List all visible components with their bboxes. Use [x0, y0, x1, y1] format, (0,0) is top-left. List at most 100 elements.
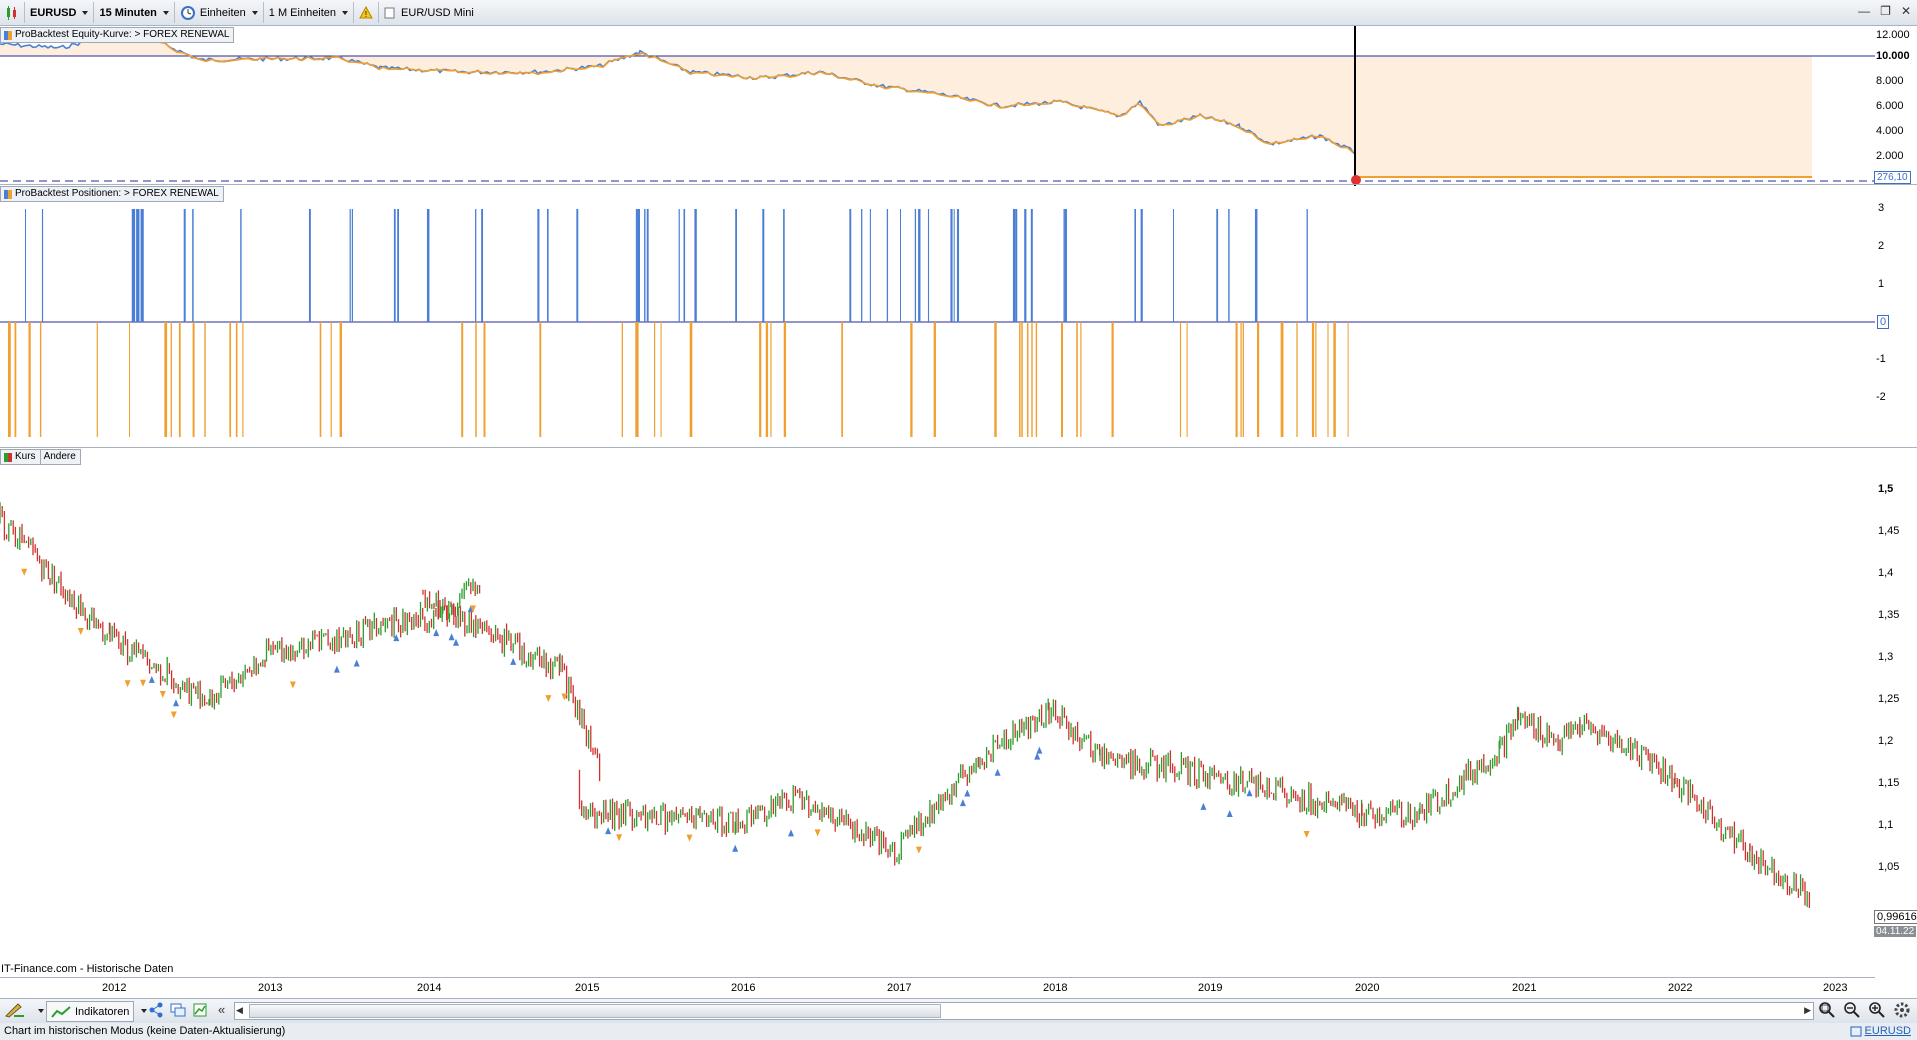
year-label: 2012 [102, 982, 127, 994]
equity-axis-6000: 6.000 [1876, 100, 1904, 112]
positions-axis-minus2: -2 [1876, 391, 1886, 403]
long-arrow-icon [1200, 802, 1207, 810]
equity-axis-4000: 4.000 [1876, 125, 1904, 137]
candles-icon[interactable] [0, 2, 25, 23]
chevron-down-icon [162, 10, 169, 15]
price-chart [0, 502, 1811, 908]
units-count-selector[interactable]: 1 M Einheiten [264, 2, 355, 23]
positions-axis-3: 3 [1878, 202, 1885, 214]
restore-icon[interactable]: ❐ [1880, 4, 1891, 18]
price-current-date: 04.11.22 [1874, 926, 1917, 937]
tab-kurs-label: Kurs [15, 451, 36, 462]
long-arrow-icon [964, 789, 971, 797]
equity-axis-10000: 10.000 [1876, 50, 1910, 62]
chevron-down-icon[interactable] [141, 1009, 147, 1013]
price-axis-1-4: 1,4 [1878, 567, 1894, 579]
tab-kurs[interactable]: Kurs [0, 449, 41, 465]
positions-axis-0: 0 [1877, 315, 1890, 329]
long-arrow-icon [148, 675, 155, 683]
status-bar: Chart im historischen Modus (keine Daten… [0, 1023, 1917, 1040]
short-arrow-icon [545, 695, 552, 703]
export-chart-icon[interactable] [192, 1002, 208, 1021]
equity-axis-2000: 2.000 [1876, 150, 1904, 162]
document-icon [384, 7, 395, 18]
short-arrow-icon [170, 711, 177, 719]
long-arrow-icon [353, 659, 360, 667]
long-arrow-icon [959, 799, 966, 807]
positions-axis-2: 2 [1878, 240, 1885, 252]
timeframe-label: 15 Minuten [99, 6, 157, 19]
long-arrow-icon [605, 827, 612, 835]
year-label: 2020 [1355, 982, 1380, 994]
units-mode-label: Einheiten [199, 6, 246, 19]
short-arrow-icon [616, 834, 623, 842]
price-axis-1-1: 1,1 [1878, 819, 1894, 831]
history-scrollbar[interactable]: ◀ ▶ [234, 1002, 1814, 1020]
indicators-label: Indikatoren [75, 1005, 130, 1018]
settings-icon[interactable] [1893, 1001, 1911, 1022]
price-current-value: 0,99616 [1874, 910, 1917, 924]
positions-label-text: ProBacktest Positionen: > FOREX RENEWAL [15, 188, 219, 199]
short-arrow-icon [159, 690, 166, 698]
pencil-icon[interactable] [4, 1002, 26, 1021]
short-arrow-icon [814, 829, 821, 837]
units-mode-selector[interactable]: Einheiten [175, 2, 264, 23]
year-label: 2018 [1043, 982, 1068, 994]
scroll-left-icon[interactable]: ◀ [236, 1005, 243, 1016]
positions-axis-1: 1 [1878, 278, 1885, 290]
chevron-down-icon [82, 10, 89, 15]
warning-icon[interactable]: ! [354, 2, 380, 23]
x-axis-line [0, 977, 1875, 978]
year-label: 2015 [575, 982, 600, 994]
symbol-link-text: EURUSD [1864, 1025, 1911, 1037]
long-arrow-icon [732, 844, 739, 852]
long-arrow-icon [994, 768, 1001, 776]
equity-axis-12000: 12.000 [1876, 29, 1910, 41]
data-source-note: IT-Finance.com - Historische Daten [1, 963, 174, 975]
symbol-link[interactable]: EURUSD [1850, 1023, 1911, 1040]
bottom-toolbar: Indikatoren « ◀ ▶ [0, 998, 1917, 1024]
zoom-fit-icon[interactable] [1818, 1001, 1836, 1022]
long-arrow-icon [1226, 810, 1233, 818]
chevron-down-icon [342, 10, 349, 15]
short-arrow-icon [140, 679, 146, 687]
share-icon[interactable] [148, 1002, 164, 1021]
year-label: 2013 [258, 982, 283, 994]
window-controls: — ❐ ✕ [1858, 4, 1911, 18]
equity-chart [0, 26, 1875, 186]
equity-current-value: 276,10 [1874, 171, 1911, 184]
close-icon[interactable]: ✕ [1901, 4, 1911, 18]
chevron-down-icon [251, 10, 258, 15]
long-arrow-icon [433, 629, 440, 637]
instrument-info: EUR/USD Mini [379, 2, 479, 23]
clock-icon [180, 5, 195, 20]
long-arrow-icon [510, 657, 517, 665]
short-arrow-icon [124, 680, 131, 688]
zoom-in-icon[interactable] [1868, 1001, 1886, 1022]
timeframe-selector[interactable]: 15 Minuten [94, 2, 175, 23]
short-arrow-icon [21, 568, 28, 576]
long-arrow-icon [333, 665, 340, 673]
price-axis-1-25: 1,25 [1878, 693, 1900, 705]
price-axis-1-05: 1,05 [1878, 861, 1900, 873]
minimize-icon[interactable]: — [1858, 4, 1870, 18]
scrollbar-thumb[interactable] [249, 1004, 941, 1018]
double-chevron-left-icon[interactable]: « [218, 1002, 225, 1017]
instrument-selector[interactable]: EURUSD [25, 2, 95, 23]
zoom-out-icon[interactable] [1843, 1001, 1861, 1022]
instrument-name: EUR/USD Mini [401, 6, 474, 19]
year-label: 2016 [731, 982, 756, 994]
short-arrow-icon [686, 834, 693, 842]
tab-andere[interactable]: Andere [40, 449, 81, 465]
year-label: 2023 [1823, 982, 1848, 994]
equity-panel-label: ProBacktest Equity-Kurve: > FOREX RENEWA… [0, 27, 235, 43]
instrument-label: EURUSD [30, 6, 77, 19]
chevron-down-icon[interactable] [38, 1009, 44, 1013]
indicators-button[interactable]: Indikatoren [46, 1001, 135, 1022]
long-arrow-icon [1034, 752, 1041, 760]
windows-icon[interactable] [170, 1002, 186, 1021]
backtest-icon [4, 30, 12, 40]
scroll-right-icon[interactable]: ▶ [1804, 1005, 1811, 1016]
long-arrow-icon [448, 633, 455, 641]
year-label: 2022 [1668, 982, 1693, 994]
